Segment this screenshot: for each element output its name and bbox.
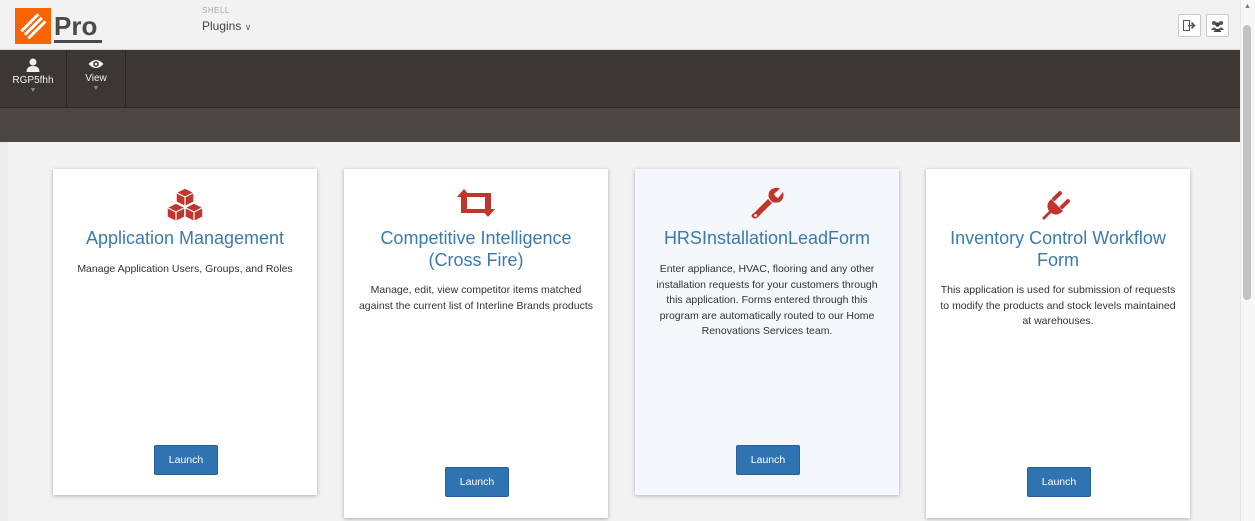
view-label: View <box>85 73 107 84</box>
card-title: Inventory Control Workflow Form <box>950 228 1166 270</box>
card-description: Manage Application Users, Groups, and Ro… <box>77 263 293 275</box>
top-header: Pro SHELL Plugins ∨ <box>0 0 1240 50</box>
users-icon <box>1211 20 1224 32</box>
app-card-competitive-intelligence: Competitive Intelligence (Cross Fire) Ma… <box>344 169 608 518</box>
wrench-icon <box>635 187 899 221</box>
sub-toolbar <box>0 108 1240 142</box>
caret-down-icon: ▼ <box>92 85 100 92</box>
caret-down-icon: ▼ <box>29 87 37 94</box>
card-title: Competitive Intelligence (Cross Fire) <box>380 228 572 270</box>
shell-block: SHELL Plugins ∨ <box>202 6 251 33</box>
home-depot-pro-logo[interactable]: Pro <box>15 8 105 46</box>
eye-icon <box>88 60 104 68</box>
user-menu[interactable]: RGP5fhh ▼ <box>0 50 67 107</box>
user-icon <box>26 58 40 72</box>
chevron-down-icon: ∨ <box>244 22 252 32</box>
launch-button[interactable]: Launch <box>736 445 800 475</box>
card-title: Application Management <box>85 228 285 248</box>
retweet-icon <box>344 187 608 221</box>
launch-button[interactable]: Launch <box>154 445 218 475</box>
logo-text: Pro <box>54 11 97 41</box>
launch-button[interactable]: Launch <box>445 467 509 497</box>
cubes-icon <box>53 187 317 223</box>
app-card-hrs-installation-lead-form: HRSInstallationLeadForm Enter appliance,… <box>635 169 899 495</box>
card-title: HRSInstallationLeadForm <box>663 228 871 248</box>
sign-out-button[interactable] <box>1178 14 1201 37</box>
plug-icon <box>926 187 1190 221</box>
card-description: Manage, edit, view competitor items matc… <box>358 284 594 312</box>
card-description: This application is used for submission … <box>940 284 1176 327</box>
app-page: Pro SHELL Plugins ∨ RGP5fhh ▼ View ▼ App… <box>0 0 1255 521</box>
user-label: RGP5fhh <box>12 75 54 86</box>
plugins-dropdown[interactable]: Plugins ∨ <box>202 19 251 33</box>
app-card-inventory-control-workflow: Inventory Control Workflow Form This app… <box>926 169 1190 518</box>
launch-button[interactable]: Launch <box>1027 467 1091 497</box>
shell-label: SHELL <box>202 6 230 15</box>
app-card-application-management: Application Management Manage Applicatio… <box>53 169 317 495</box>
scroll-up-arrow-icon[interactable]: ▲ <box>1244 3 1251 10</box>
card-description: Enter appliance, HVAC, flooring and any … <box>656 263 878 337</box>
sign-out-icon <box>1183 20 1196 31</box>
plugins-label: Plugins <box>202 19 242 33</box>
users-button[interactable] <box>1206 14 1229 37</box>
view-menu[interactable]: View ▼ <box>67 50 126 107</box>
scrollbar-thumb[interactable] <box>1243 25 1251 300</box>
plugin-grid: Application Management Manage Applicatio… <box>8 142 1240 521</box>
main-toolbar: RGP5fhh ▼ View ▼ <box>0 50 1240 108</box>
